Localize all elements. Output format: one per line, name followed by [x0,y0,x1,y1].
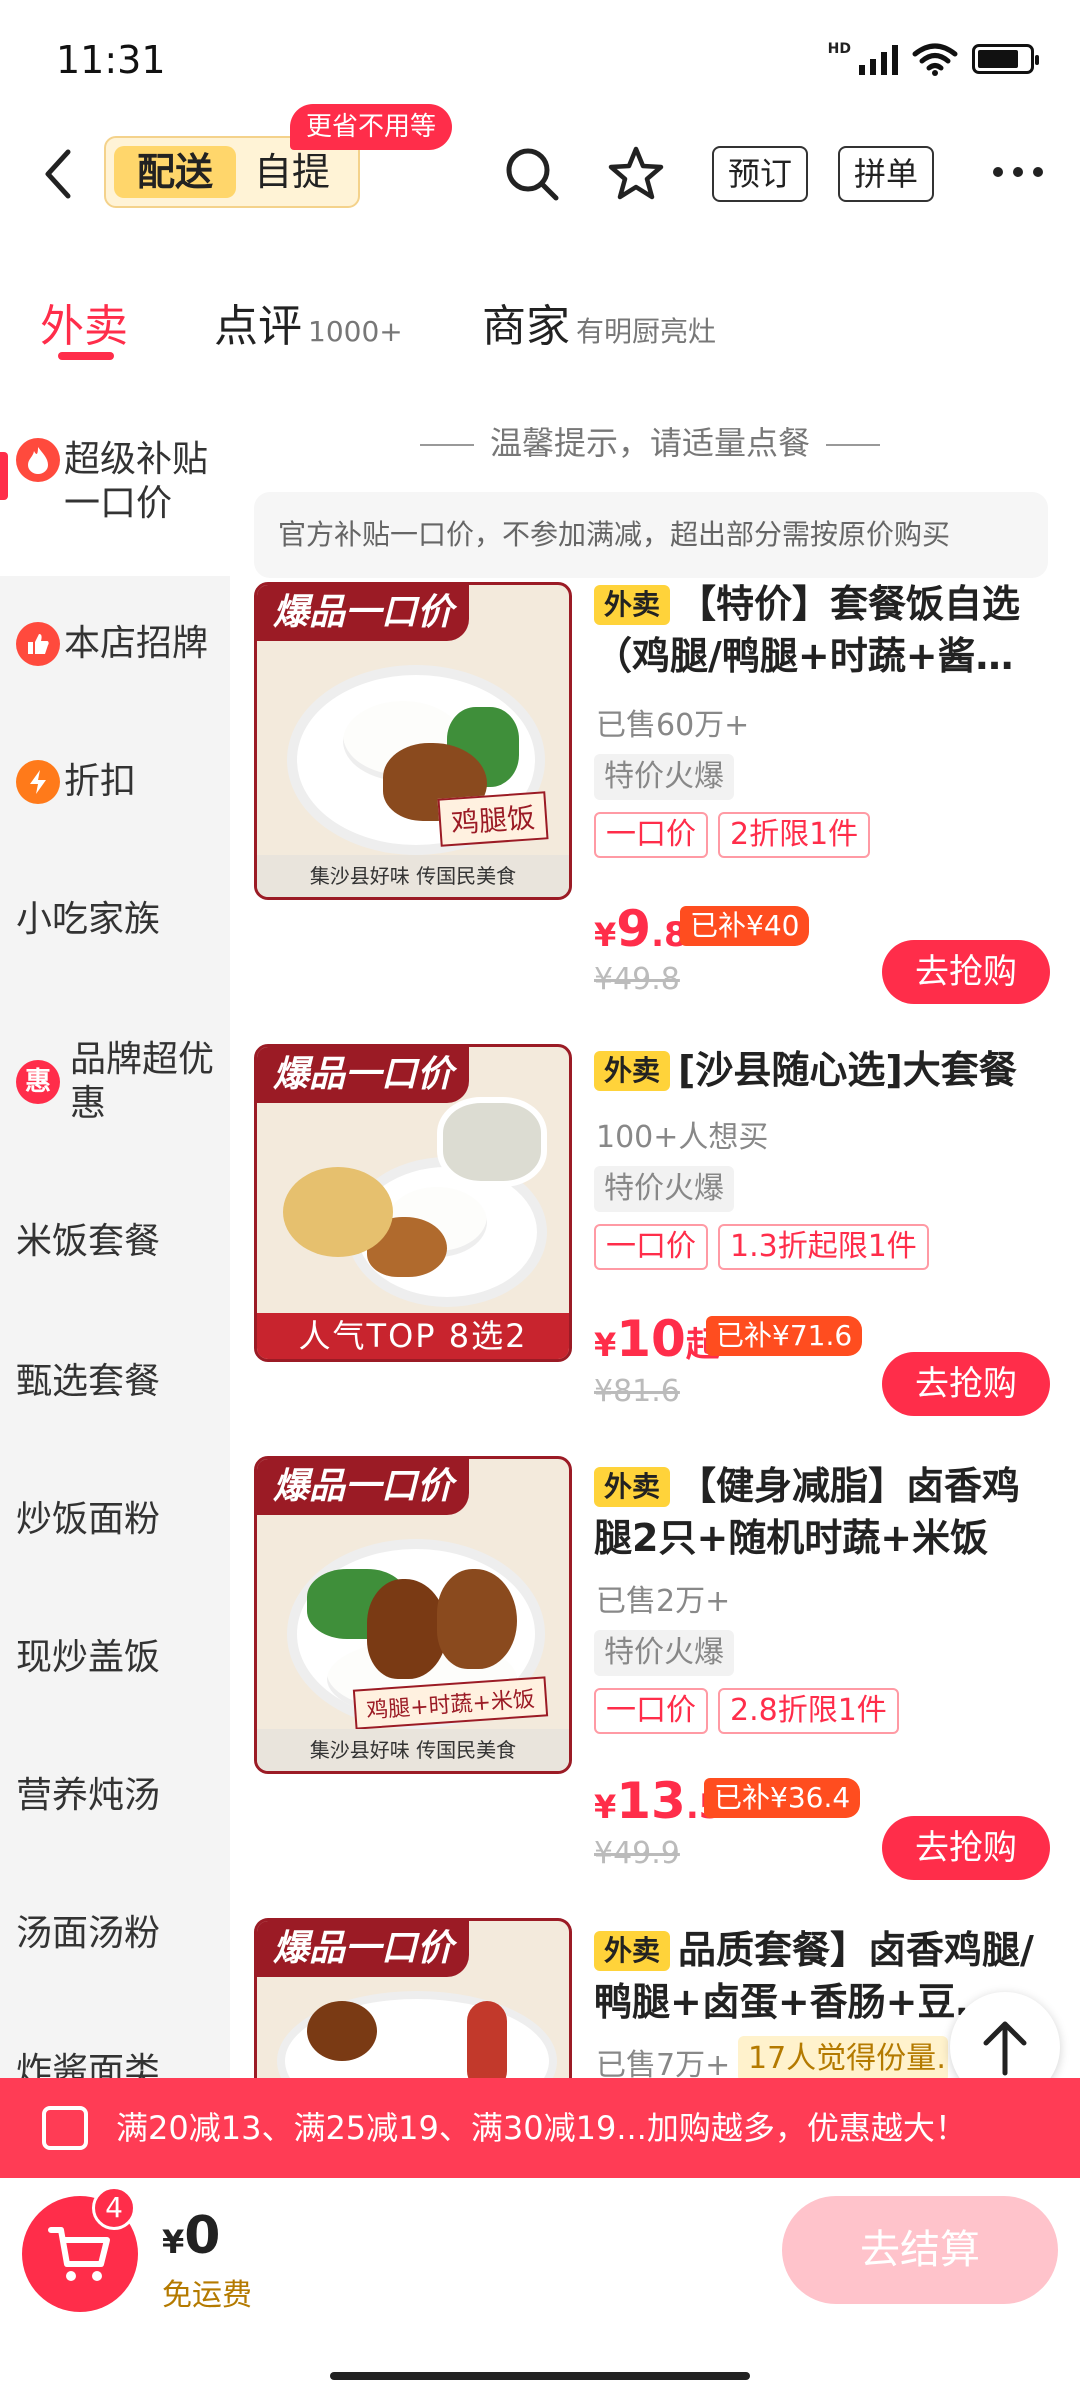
discount-chip: 2折限1件 [718,812,871,858]
notice-text: 温馨提示，请适量点餐 [250,418,1050,464]
subsidy-note: 官方补贴一口价，不参加满减，超出部分需按原价购买 [254,492,1048,578]
product-image[interactable]: 爆品一口价 [254,1918,572,2078]
clock: 11:31 [56,38,166,82]
sidebar-item-discount[interactable]: 折扣 [16,760,136,804]
hot-price-badge: 爆品一口价 [257,1047,470,1103]
price-type-chip: 一口价 [594,1688,708,1734]
checkout-button[interactable]: 去结算 [782,2196,1058,2304]
hot-price-badge: 爆品一口价 [257,1921,470,1977]
more-icon[interactable] [990,160,1046,184]
takeout-tag: 外卖 [594,585,671,625]
status-bar: 11:31 HD [0,0,1080,120]
flame-icon [16,438,60,482]
subsidy-badge: 已补¥71.6 [706,1316,863,1356]
product-image[interactable]: 爆品一口价 人气TOP 8选2 [254,1044,572,1362]
promo-tag: 特价火爆 [594,754,734,800]
tab-takeout[interactable]: 外卖 [40,290,128,354]
product-title[interactable]: 外卖 【特价】套餐饭自选（鸡腿/鸭腿+时蔬+酱… [594,578,1054,682]
product-image[interactable]: 爆品一口价 鸡腿+时蔬+米饭 集沙县好味 传国民美食 [254,1456,572,1774]
sold-count: 已售2万+ [596,1584,731,1619]
group-order-button[interactable]: 拼单 [838,146,935,202]
pickup-tip-badge: 更省不用等 [290,104,453,150]
thumb-icon [16,622,60,666]
tab-underline [58,352,114,360]
image-footer: 集沙县好味 传国民美食 [257,1729,569,1771]
image-footer: 人气TOP 8选2 [257,1313,569,1359]
buy-now-button[interactable]: 去抢购 [882,1816,1050,1880]
cart-total: ¥0 [162,2206,221,2266]
original-price: ¥81.6 [594,1374,680,1409]
promo-tag: 特价火爆 [594,1630,734,1676]
mode-delivery-tab[interactable]: 配送 [114,146,236,198]
sidebar-item-stir-fry-rice[interactable]: 现炒盖饭 [16,1636,160,1680]
sidebar-item-super-subsidy[interactable]: 超级补贴 一口价 [16,438,208,526]
arrow-up-icon [983,2021,1027,2076]
takeout-tag: 外卖 [594,1931,671,1971]
sidebar-active-indicator [0,452,8,500]
delivery-fee: 免运费 [162,2278,252,2313]
product-price: ¥9.8 [594,900,688,958]
favorite-star-icon[interactable] [606,144,666,204]
price-type-chip: 一口价 [594,1224,708,1270]
mode-pickup-tab[interactable]: 自提 [254,146,330,198]
coupon-icon [42,2106,88,2150]
price-type-chip: 一口价 [594,812,708,858]
buy-now-button[interactable]: 去抢购 [882,940,1050,1004]
cart-icon [48,2227,110,2281]
back-icon[interactable] [38,146,78,202]
sidebar-item-snacks[interactable]: 小吃家族 [16,898,160,942]
takeout-tag: 外卖 [594,1467,671,1507]
takeout-tag: 外卖 [594,1051,671,1091]
promo-tag: 特价火爆 [594,1166,734,1212]
signal-icon [859,43,898,75]
hui-icon: 惠 [16,1060,60,1104]
reserve-button[interactable]: 预订 [712,146,809,202]
sidebar-item-brand-deals[interactable]: 惠 品牌超优 惠 [16,1038,214,1126]
sold-count: 已售60万+ [596,708,750,743]
image-footer: 集沙县好味 传国民美食 [257,855,569,897]
discount-chip: 2.8折限1件 [718,1688,899,1734]
subsidy-badge: 已补¥36.4 [704,1778,861,1818]
tab-reviews[interactable]: 点评 1000+ [214,290,403,354]
sidebar-item-fried-rice-noodles[interactable]: 炒饭面粉 [16,1498,160,1542]
discount-chip: 1.3折起限1件 [718,1224,929,1270]
buy-now-button[interactable]: 去抢购 [882,1352,1050,1416]
want-count: 100+人想买 [596,1120,769,1155]
tab-merchant[interactable]: 商家 有明厨亮灶 [482,290,716,354]
battery-icon [972,44,1039,74]
sidebar-item-selected-sets[interactable]: 甄选套餐 [16,1360,160,1404]
sidebar-item-rice-sets[interactable]: 米饭套餐 [16,1220,160,1264]
cart-count-badge: 4 [92,2186,136,2230]
hot-price-badge: 爆品一口价 [257,585,470,641]
product-title[interactable]: 外卖 [沙县随心选]大套餐 [594,1044,1054,1100]
search-icon[interactable] [502,144,562,204]
hot-price-badge: 爆品一口价 [257,1459,470,1515]
subsidy-badge: 已补¥40 [680,906,810,946]
original-price: ¥49.8 [594,962,680,997]
image-label: 鸡腿饭 [437,791,549,847]
product-image[interactable]: 爆品一口价 鸡腿饭 集沙县好味 传国民美食 [254,582,572,900]
hd-indicator: HD [827,41,851,57]
original-price: ¥49.9 [594,1836,680,1871]
sidebar-item-signature[interactable]: 本店招牌 [16,622,208,666]
discount-icon [16,760,60,804]
sidebar-item-noodle-soups[interactable]: 汤面汤粉 [16,1912,160,1956]
portion-feedback-tag: 17人觉得份量… [738,2036,948,2082]
product-price: ¥10起 [594,1310,720,1368]
product-title[interactable]: 外卖 【健身减脂】卤香鸡腿2只+随机时蔬+米饭 [594,1460,1054,1564]
sidebar-item-soups[interactable]: 营养炖汤 [16,1774,160,1818]
wifi-icon [912,43,958,76]
discount-promo-bar[interactable]: 满20减13、满25减19、满30减19...加购越多，优惠越大！ [0,2078,1080,2178]
home-indicator [330,2372,750,2380]
